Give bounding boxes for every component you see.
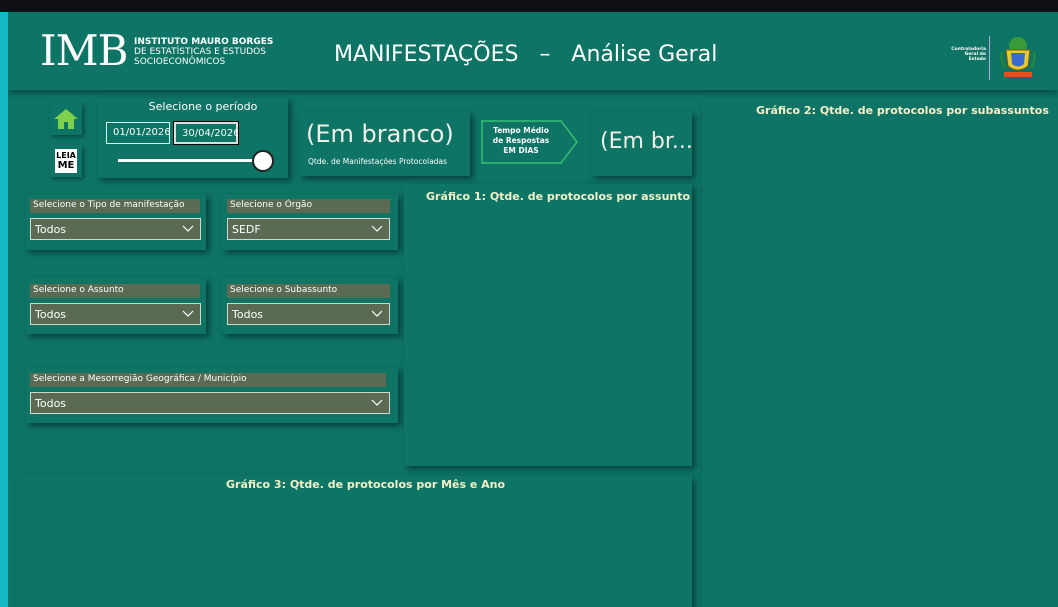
leiame-button[interactable]: LEIA ME	[50, 145, 82, 177]
chart1-title: Gráfico 1: Qtde. de protocolos por assun…	[426, 190, 691, 203]
tipo-slicer-dropdown[interactable]: Todos	[30, 218, 201, 240]
chevron-down-icon	[371, 399, 383, 406]
tempo-line1: Tempo Médio	[493, 126, 549, 135]
kpi-tempo-value: (Em br...	[600, 129, 693, 154]
home-button[interactable]	[50, 103, 82, 135]
imb-logo-subtitle: INSTITUTO MAURO BORGES DE ESTATÍSTICAS E…	[134, 37, 273, 67]
cge-line3: Estado	[968, 57, 986, 62]
chart2-title: Gráfico 2: Qtde. de protocolos por subas…	[756, 104, 1049, 117]
chevron-down-icon	[182, 225, 194, 232]
state-emblem-icon	[1000, 37, 1036, 77]
imb-logo-line2: DE ESTATÍSTICAS E ESTUDOS	[134, 47, 266, 57]
orgao-slicer-dropdown[interactable]: SEDF	[227, 218, 390, 240]
chart3-panel	[16, 476, 692, 607]
orgao-slicer-label: Selecione o Órgão	[227, 199, 390, 213]
leiame-icon: LEIA ME	[55, 149, 77, 173]
tempo-line2: de Respostas	[492, 136, 550, 145]
period-label: Selecione o período	[148, 100, 258, 113]
imb-logo-line1: INSTITUTO MAURO BORGES	[134, 37, 274, 47]
mesorregiao-slicer-dropdown[interactable]: Todos	[30, 392, 390, 414]
header-divider	[989, 36, 990, 80]
window-top-bar	[0, 0, 1058, 12]
chart2-panel	[702, 98, 1058, 607]
leiame-line1: LEIA	[56, 151, 76, 160]
mesorregiao-slicer-label: Selecione a Mesorregião Geográfica / Mun…	[30, 373, 386, 387]
tempo-line3: EM DIAS	[503, 146, 539, 155]
tempo-medio-label: Tempo Médio de Respostas EM DIAS	[481, 126, 561, 156]
assunto-slicer-value: Todos	[35, 308, 67, 321]
tipo-slicer-label: Selecione o Tipo de manifestação	[30, 199, 200, 213]
imb-logo: IMB	[40, 26, 128, 75]
tempo-medio-arrow: Tempo Médio de Respostas EM DIAS	[481, 120, 579, 164]
chevron-down-icon	[371, 310, 383, 317]
period-slider-handle[interactable]	[252, 150, 274, 172]
leiame-line2: ME	[57, 160, 75, 171]
chevron-down-icon	[182, 310, 194, 317]
mesorregiao-slicer-value: Todos	[35, 397, 67, 410]
assunto-slicer-label: Selecione o Assunto	[30, 284, 200, 298]
kpi-manifestacoes-label: Qtde. de Manifestações Protocoladas	[308, 157, 448, 166]
subassunto-slicer-dropdown[interactable]: Todos	[227, 303, 390, 325]
orgao-slicer-value: SEDF	[232, 223, 261, 236]
subassunto-slicer-label: Selecione o Subassunto	[227, 284, 390, 298]
kpi-manifestacoes-value: (Em branco)	[306, 120, 454, 148]
period-slider-track[interactable]	[118, 159, 266, 162]
imb-logo-line3: SOCIOECONÔMICOS	[134, 57, 226, 67]
report-header: IMB INSTITUTO MAURO BORGES DE ESTATÍSTIC…	[8, 12, 1058, 90]
tipo-slicer-value: Todos	[35, 223, 67, 236]
end-date-input[interactable]: 30/04/2026	[173, 121, 240, 145]
subassunto-slicer-value: Todos	[232, 308, 264, 321]
start-date-input[interactable]: 01/01/2026	[106, 122, 171, 144]
home-icon	[54, 109, 78, 129]
chart1-panel	[404, 184, 692, 466]
report-canvas: IMB INSTITUTO MAURO BORGES DE ESTATÍSTIC…	[8, 12, 1058, 607]
assunto-slicer-dropdown[interactable]: Todos	[30, 303, 201, 325]
page-title: MANIFESTAÇÕES – Análise Geral	[334, 42, 718, 67]
cge-logo-text: Controladoria Geral do Estado	[928, 47, 986, 62]
chart3-title: Gráfico 3: Qtde. de protocolos por Mês e…	[226, 478, 506, 491]
chevron-down-icon	[371, 225, 383, 232]
